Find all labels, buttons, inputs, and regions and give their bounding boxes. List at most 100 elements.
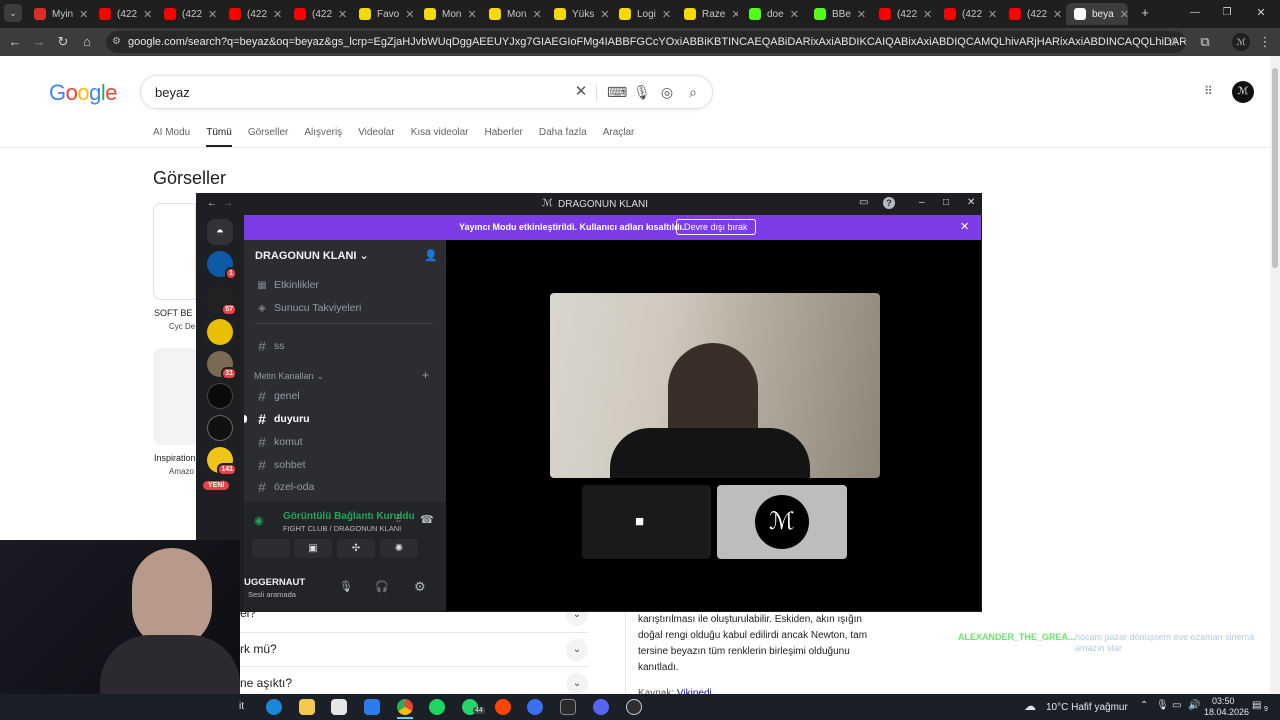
browser-tab[interactable]: BBe ✕: [806, 3, 868, 25]
browser-tab[interactable]: beya ✕: [1066, 3, 1128, 25]
minimize-window-icon[interactable]: —: [1186, 4, 1204, 22]
noise-suppression-icon[interactable]: ⫶⫶: [396, 514, 401, 525]
server-boosts-item[interactable]: ◈ Sunucu Takviyeleri: [256, 299, 361, 317]
close-tab-icon[interactable]: ✕: [143, 8, 152, 21]
browser-tab[interactable]: (422 ✕: [221, 3, 283, 25]
forward-icon[interactable]: →: [30, 33, 48, 51]
discord-home-icon[interactable]: ◓: [207, 219, 233, 245]
channel-komut[interactable]: # komut: [256, 433, 303, 451]
server-icon[interactable]: [207, 319, 233, 345]
close-window-icon[interactable]: ✕: [1252, 4, 1270, 22]
headphones-icon[interactable]: 🎧: [375, 580, 389, 593]
server-icon[interactable]: [207, 415, 233, 441]
back-icon[interactable]: ←: [6, 33, 24, 51]
disconnect-icon[interactable]: ☎: [420, 513, 434, 526]
close-tab-icon[interactable]: ✕: [532, 8, 541, 21]
browser-tab[interactable]: Mon ✕: [416, 3, 478, 25]
close-tab-icon[interactable]: ✕: [790, 8, 799, 21]
browser-tab[interactable]: (422 ✕: [286, 3, 348, 25]
file-explorer-icon[interactable]: [299, 699, 315, 715]
clock-date[interactable]: 18.04.2026: [1204, 707, 1249, 717]
screen-share-button[interactable]: ▣: [294, 539, 332, 558]
search-tab[interactable]: Kısa videolar: [411, 127, 469, 147]
image-result-thumb[interactable]: [153, 348, 196, 445]
video-tile-camera[interactable]: ■: [582, 485, 711, 559]
search-input[interactable]: beyaz: [155, 85, 190, 100]
bookmark-star-icon[interactable]: ☆: [1164, 33, 1182, 51]
microphone-icon[interactable]: 🎙: [339, 580, 353, 593]
search-tab[interactable]: Videolar: [358, 127, 395, 147]
reload-icon[interactable]: ↻: [54, 33, 72, 51]
invite-people-icon[interactable]: 👤: [424, 249, 438, 262]
channel-ss[interactable]: # ss: [256, 337, 284, 355]
clock-time[interactable]: 03:50: [1212, 696, 1235, 706]
image-result-title[interactable]: SOFT BE: [154, 308, 192, 318]
voice-status[interactable]: Görüntülü Bağlantı Kuruldu: [283, 511, 415, 522]
video-tile-user[interactable]: ℳ: [717, 485, 847, 559]
browser-tab[interactable]: Raze ✕: [676, 3, 738, 25]
google-logo[interactable]: Google: [49, 80, 118, 106]
image-result-title[interactable]: Inspiration: [154, 453, 196, 463]
site-info-icon[interactable]: ⚙: [112, 31, 121, 53]
epic-games-icon[interactable]: [560, 699, 576, 715]
search-tab[interactable]: AI Modu: [153, 127, 190, 147]
weather-text[interactable]: 10°C Hafif yağmur: [1046, 702, 1128, 713]
search-tab[interactable]: Alışveriş: [304, 127, 342, 147]
server-icon[interactable]: 57: [207, 287, 237, 316]
account-avatar[interactable]: ℳ: [1232, 81, 1254, 103]
main-video-tile[interactable]: [550, 293, 880, 478]
close-tab-icon[interactable]: ✕: [273, 8, 282, 21]
obs-icon[interactable]: [626, 699, 642, 715]
chrome-icon[interactable]: [397, 699, 413, 715]
browser-tab[interactable]: (422 ✕: [871, 3, 933, 25]
close-tab-icon[interactable]: ✕: [467, 8, 476, 21]
camera-button[interactable]: [252, 539, 290, 558]
soundboard-button[interactable]: ✺: [380, 539, 418, 558]
close-tab-icon[interactable]: ✕: [405, 8, 413, 21]
clear-search-icon[interactable]: ✕: [573, 84, 589, 100]
maximize-window-icon[interactable]: □: [943, 197, 949, 208]
server-name[interactable]: DRAGONUN KLANI ⌄: [255, 249, 369, 262]
channel-sohbet[interactable]: # sohbet: [256, 456, 305, 474]
forward-icon[interactable]: →: [223, 198, 233, 209]
search-tab[interactable]: Tümü: [206, 127, 232, 147]
network-icon[interactable]: ▭: [1172, 700, 1181, 711]
browser-tab[interactable]: Favo ✕: [351, 3, 413, 25]
voice-location[interactable]: FIGHT CLUB / DRAGONUN KLANI: [283, 524, 401, 533]
close-window-icon[interactable]: ✕: [967, 197, 975, 208]
chevron-down-icon[interactable]: ⌄: [566, 673, 588, 695]
channel-genel[interactable]: # genel: [256, 387, 300, 405]
profile-avatar-icon[interactable]: ℳ: [1232, 33, 1250, 51]
search-icon[interactable]: ⌕: [685, 84, 701, 100]
chrome-menu-icon[interactable]: ⋮: [1256, 33, 1274, 51]
browser-tab[interactable]: Mon ✕: [481, 3, 543, 25]
browser-tab[interactable]: (422 ✕: [156, 3, 218, 25]
microphone-tray-icon[interactable]: 🎙: [1156, 700, 1169, 711]
address-bar[interactable]: ⚙ google.com/search?q=beyaz&oq=beyaz&gs_…: [106, 31, 1186, 53]
close-tab-icon[interactable]: ✕: [662, 8, 671, 21]
settings-gear-icon[interactable]: ⚙: [414, 579, 426, 595]
image-result-thumb[interactable]: [153, 203, 196, 300]
close-banner-icon[interactable]: ✕: [960, 220, 969, 233]
help-icon[interactable]: ?: [883, 197, 895, 209]
reddit-icon[interactable]: [495, 699, 511, 715]
browser-tab[interactable]: Logi ✕: [611, 3, 673, 25]
search-tab[interactable]: Araçlar: [603, 127, 635, 147]
events-item[interactable]: ▦ Etkinlikler: [256, 276, 319, 294]
close-tab-icon[interactable]: ✕: [208, 8, 217, 21]
question-item[interactable]: rk mü? ⌄: [240, 632, 588, 666]
lens-icon[interactable]: ◎: [659, 84, 675, 100]
microphone-icon[interactable]: 🎙: [633, 84, 651, 100]
channel-ozel-oda[interactable]: # özel-oda: [256, 478, 314, 496]
close-tab-icon[interactable]: ✕: [1120, 8, 1128, 21]
close-tab-icon[interactable]: ✕: [988, 8, 997, 21]
close-tab-icon[interactable]: ✕: [923, 8, 932, 21]
tab-search-icon[interactable]: ⌄: [4, 4, 22, 22]
browser-tab[interactable]: (422 ✕: [91, 3, 153, 25]
spotify-icon[interactable]: [429, 699, 445, 715]
extensions-icon[interactable]: ⧉: [1196, 33, 1214, 51]
browser-tab[interactable]: Myin ✕: [26, 3, 88, 25]
edge-icon[interactable]: [266, 699, 282, 715]
close-tab-icon[interactable]: ✕: [857, 8, 866, 21]
back-icon[interactable]: ←: [207, 198, 217, 209]
